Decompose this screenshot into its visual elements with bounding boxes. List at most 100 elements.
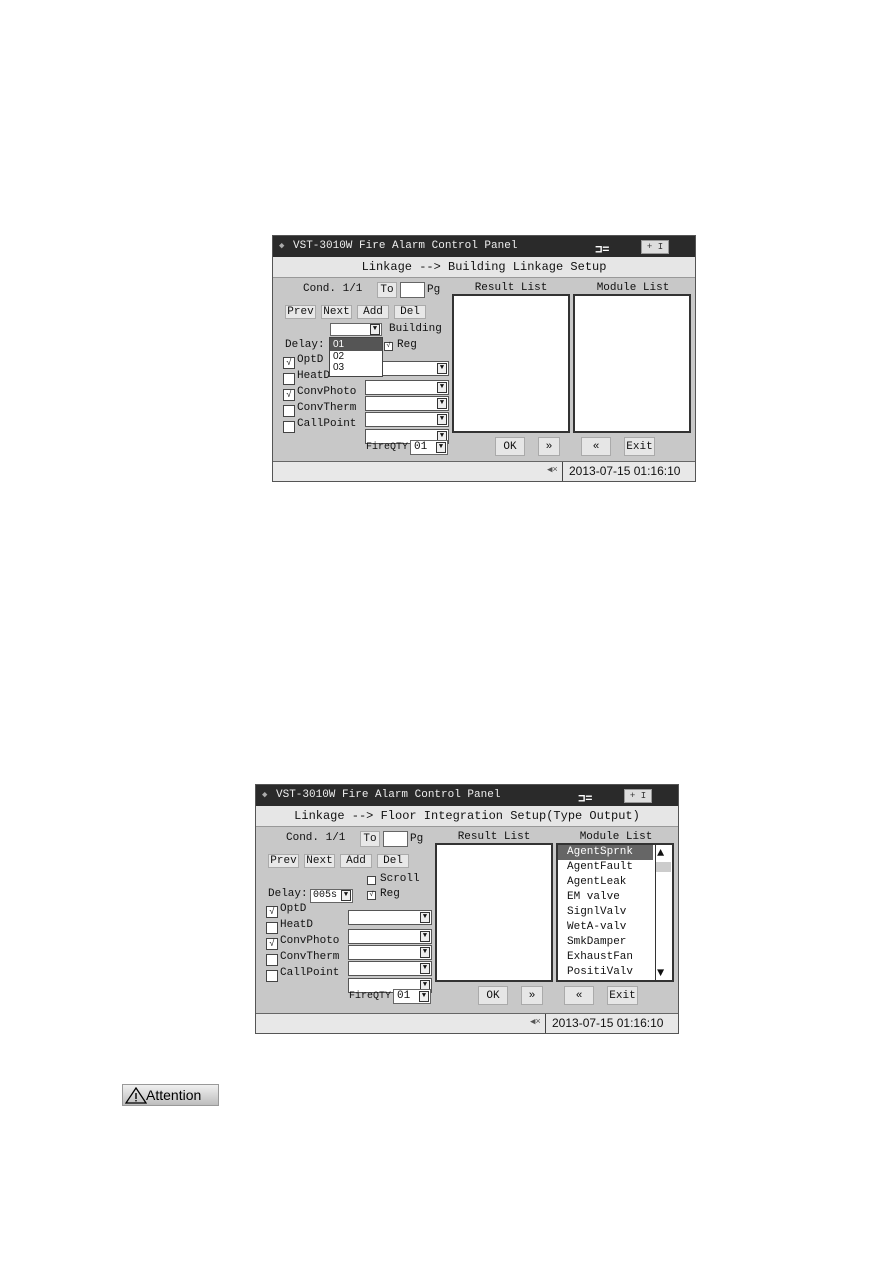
app-logo-icon: ◆ <box>279 241 285 251</box>
reg-checkbox[interactable]: √ <box>384 342 393 351</box>
module-list-item[interactable]: AgentLeak <box>558 875 653 890</box>
module-list-item[interactable]: SignlValv <box>558 905 653 920</box>
building-option[interactable]: 03 <box>330 362 382 373</box>
detector-type-dropdown[interactable]: ▼ <box>365 412 449 427</box>
prev-button[interactable]: Prev <box>285 305 316 319</box>
next-button[interactable]: Next <box>321 305 352 319</box>
fireqty-value: 01 <box>397 990 411 1002</box>
detector-type-dropdown[interactable]: ▼ <box>348 945 432 960</box>
status-divider <box>545 1014 546 1033</box>
chevron-down-icon[interactable]: ▼ <box>341 890 351 901</box>
module-list-item[interactable]: EM valve <box>558 890 653 905</box>
detector-checkbox[interactable] <box>283 373 295 385</box>
detector-checkbox[interactable] <box>283 405 295 417</box>
next-button[interactable]: Next <box>304 854 335 868</box>
chevron-down-icon[interactable]: ▼ <box>419 991 429 1002</box>
building-option[interactable]: 01 <box>330 338 382 351</box>
module-list[interactable]: AgentSprnk AgentFault AgentLeak EM valve Sig… <box>556 843 674 982</box>
module-list-item[interactable]: PositiValv <box>558 965 653 980</box>
to-button[interactable]: To <box>377 282 397 298</box>
chevron-down-icon[interactable]: ▼ <box>370 324 380 335</box>
module-list-item[interactable]: WetA-valv <box>558 920 653 935</box>
status-divider <box>562 462 563 481</box>
battery-indicator: + I <box>641 240 669 254</box>
detector-checkbox[interactable]: √ <box>266 906 278 918</box>
page-input[interactable] <box>383 831 408 847</box>
add-button[interactable]: Add <box>340 854 372 868</box>
delay-label: Delay: <box>285 339 325 351</box>
chevron-down-icon[interactable]: ▼ <box>436 442 446 453</box>
forward-button[interactable]: » <box>521 986 543 1005</box>
module-list-item[interactable]: AgentSprnk <box>558 845 653 860</box>
detector-checkbox[interactable]: √ <box>266 938 278 950</box>
warning-triangle-icon <box>125 1087 147 1104</box>
scroll-checkbox[interactable] <box>367 876 376 885</box>
status-bar: ◀× 2013-07-15 01:16:10 <box>273 461 695 481</box>
building-label: Building <box>389 323 442 335</box>
reg-checkbox[interactable]: √ <box>367 891 376 900</box>
scrollbar-thumb[interactable] <box>656 862 671 872</box>
detector-checkbox[interactable]: √ <box>283 389 295 401</box>
module-list-title: Module List <box>579 831 653 843</box>
detector-label: ConvPhoto <box>280 935 340 947</box>
module-list[interactable] <box>573 294 691 433</box>
detector-checkbox[interactable] <box>266 970 278 982</box>
module-list-item[interactable]: SmkDamper <box>558 935 653 950</box>
module-list-item[interactable]: ExhaustFan <box>558 950 653 965</box>
detector-type-dropdown[interactable]: ▼ <box>348 929 432 944</box>
fireqty-value: 01 <box>414 441 428 453</box>
result-list[interactable] <box>452 294 570 433</box>
condition-counter: Cond. 1/1 <box>286 832 346 844</box>
page-input[interactable] <box>400 282 425 298</box>
attention-label: Attention <box>146 1087 202 1103</box>
chevron-down-icon[interactable]: ▼ <box>420 947 430 958</box>
delay-value: 005s <box>313 890 338 901</box>
prev-button[interactable]: Prev <box>268 854 299 868</box>
scroll-up-icon[interactable]: ▲ <box>657 846 664 860</box>
chevron-down-icon[interactable]: ▼ <box>420 963 430 974</box>
ok-button[interactable]: OK <box>478 986 508 1005</box>
chevron-down-icon[interactable]: ▼ <box>420 931 430 942</box>
detector-label: OptD <box>280 903 307 915</box>
building-options-popup[interactable]: 01 02 03 <box>329 337 383 377</box>
module-list-item[interactable]: AgentFault <box>558 860 653 875</box>
back-button[interactable]: « <box>564 986 594 1005</box>
building-option[interactable]: 02 <box>330 351 382 362</box>
detector-checkbox[interactable]: √ <box>283 357 295 369</box>
detector-label: CallPoint <box>280 967 340 979</box>
forward-button[interactable]: » <box>538 437 560 456</box>
speaker-muted-icon[interactable]: ◀× <box>547 465 558 475</box>
back-button[interactable]: « <box>581 437 611 456</box>
fireqty-dropdown[interactable]: 01 ▼ <box>393 989 431 1004</box>
to-button[interactable]: To <box>360 831 380 847</box>
chevron-down-icon[interactable]: ▼ <box>437 398 447 409</box>
delay-dropdown[interactable]: 005s ▼ <box>310 889 353 903</box>
exit-button[interactable]: Exit <box>624 437 655 456</box>
chevron-down-icon[interactable]: ▼ <box>420 912 430 923</box>
detector-type-dropdown[interactable]: ▼ <box>348 961 432 976</box>
ok-button[interactable]: OK <box>495 437 525 456</box>
chevron-down-icon[interactable]: ▼ <box>437 363 447 374</box>
result-list-title: Result List <box>457 831 531 843</box>
speaker-muted-icon[interactable]: ◀× <box>530 1017 541 1027</box>
chevron-down-icon[interactable]: ▼ <box>437 414 447 425</box>
detector-type-dropdown[interactable]: ▼ <box>365 380 449 395</box>
detector-label: CallPoint <box>297 418 357 430</box>
chevron-down-icon[interactable]: ▼ <box>437 382 447 393</box>
status-bar: ◀× 2013-07-15 01:16:10 <box>256 1013 678 1033</box>
detector-checkbox[interactable] <box>266 954 278 966</box>
detector-type-dropdown[interactable]: ▼ <box>348 910 432 925</box>
delay-label: Delay: <box>268 888 308 900</box>
scroll-down-icon[interactable]: ▼ <box>657 966 664 980</box>
detector-checkbox[interactable] <box>283 421 295 433</box>
result-list[interactable] <box>435 843 553 982</box>
exit-button[interactable]: Exit <box>607 986 638 1005</box>
detector-checkbox[interactable] <box>266 922 278 934</box>
del-button[interactable]: Del <box>377 854 409 868</box>
del-button[interactable]: Del <box>394 305 426 319</box>
add-button[interactable]: Add <box>357 305 389 319</box>
module-list-scrollbar[interactable]: ▲ ▼ <box>655 845 672 980</box>
building-dropdown[interactable]: ▼ <box>330 323 382 336</box>
fireqty-dropdown[interactable]: 01 ▼ <box>410 440 448 455</box>
detector-type-dropdown[interactable]: ▼ <box>365 396 449 411</box>
